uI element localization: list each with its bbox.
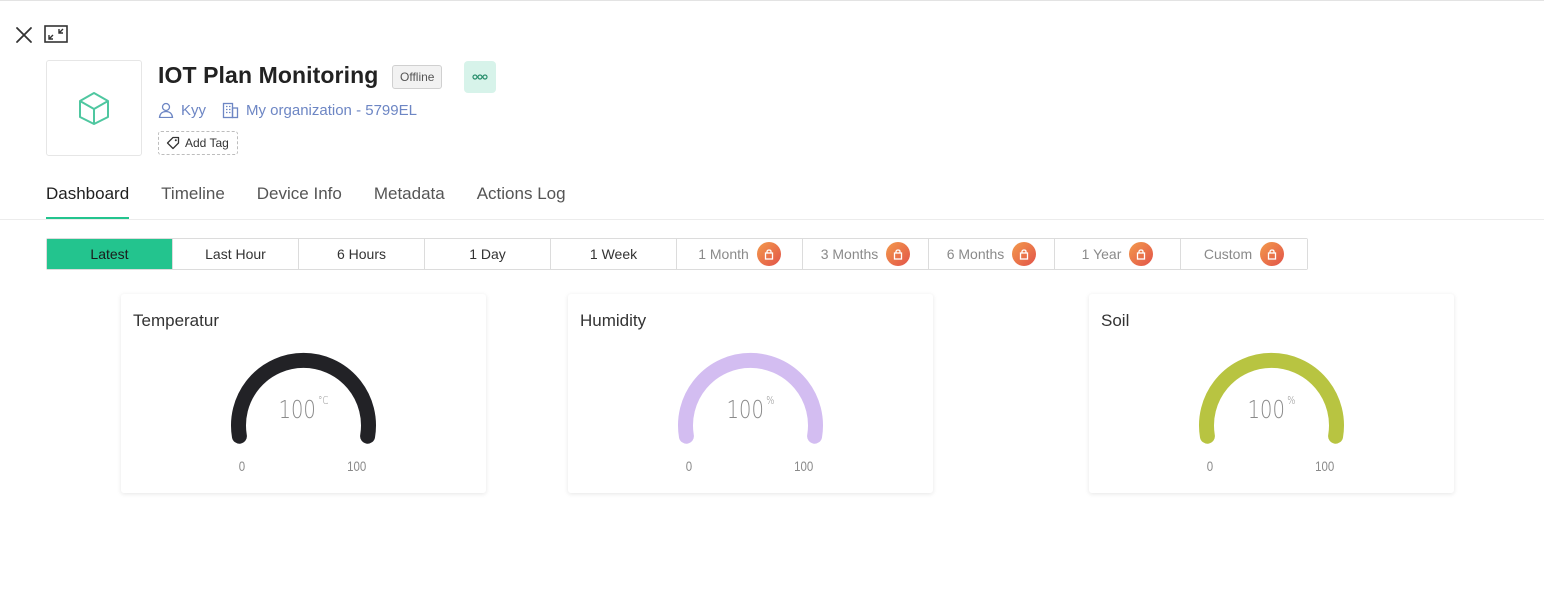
lock-icon: [1129, 242, 1154, 266]
gauge-unit: %: [1287, 394, 1296, 407]
range-last-hour[interactable]: Last Hour: [173, 239, 299, 269]
range-1-month[interactable]: 1 Month: [677, 239, 803, 269]
tab-metadata[interactable]: Metadata: [374, 184, 445, 220]
device-tabs: Dashboard Timeline Device Info Metadata …: [46, 184, 598, 220]
range-1-week[interactable]: 1 Week: [551, 239, 677, 269]
gauge-unit: %: [766, 394, 775, 407]
building-icon: [222, 102, 239, 119]
widget-title: Temperatur: [133, 311, 219, 330]
add-tag-label: Add Tag: [185, 136, 229, 150]
lock-icon: [756, 242, 781, 266]
collapse-button[interactable]: [43, 22, 69, 46]
close-button[interactable]: [12, 23, 36, 47]
device-meta-row: Kyy My organization - 5799EL: [158, 100, 417, 120]
gauge-max: 100: [794, 458, 814, 474]
device-image: [46, 60, 142, 156]
owner-link[interactable]: Kyy: [181, 102, 206, 119]
time-range-selector: Latest Last Hour 6 Hours 1 Day 1 Week 1 …: [46, 238, 1308, 270]
gauge-min: 0: [238, 458, 246, 474]
lock-icon: [1260, 242, 1285, 266]
gauge-min: 0: [1206, 458, 1214, 474]
device-title: IOT Plan Monitoring: [158, 62, 379, 88]
more-options-button[interactable]: [464, 61, 496, 93]
range-6-hours[interactable]: 6 Hours: [299, 239, 425, 269]
gauge-min: 0: [685, 458, 693, 474]
lock-icon: [886, 242, 911, 266]
gauge-max: 100: [1315, 458, 1335, 474]
range-1-year[interactable]: 1 Year: [1055, 239, 1181, 269]
range-1-day[interactable]: 1 Day: [425, 239, 551, 269]
range-custom[interactable]: Custom: [1181, 239, 1307, 269]
organization-link[interactable]: My organization - 5799EL: [246, 102, 417, 119]
range-3-months[interactable]: 3 Months: [803, 239, 929, 269]
user-icon: [158, 102, 174, 118]
tag-icon: [166, 136, 180, 150]
gauge-value: 100 °C: [278, 394, 329, 424]
tab-dashboard[interactable]: Dashboard: [46, 184, 130, 220]
cube-icon: [79, 92, 109, 125]
tabs-divider: [0, 219, 1544, 220]
close-icon: [16, 27, 32, 43]
gauge-widget-soil[interactable]: Soil 100% 0 100: [1089, 294, 1454, 493]
widget-title: Soil: [1101, 311, 1130, 330]
gauge-widget-humidity[interactable]: Humidity 100% 0 100: [568, 294, 933, 493]
gauge-value: 100%: [726, 394, 775, 424]
status-badge: Offline: [392, 65, 443, 89]
lock-icon: [1012, 242, 1037, 266]
gauge-unit: °C: [318, 394, 329, 407]
range-latest[interactable]: Latest: [47, 239, 173, 269]
tab-device-info[interactable]: Device Info: [257, 184, 342, 220]
add-tag-button[interactable]: Add Tag: [158, 131, 238, 155]
top-border: [0, 0, 1544, 1]
tab-timeline[interactable]: Timeline: [161, 184, 225, 220]
gauge-value: 100%: [1247, 394, 1296, 424]
gauge-max: 100: [347, 458, 367, 474]
tab-actions-log[interactable]: Actions Log: [477, 184, 566, 220]
collapse-icon: [44, 25, 68, 43]
widget-title: Humidity: [580, 311, 647, 330]
range-6-months[interactable]: 6 Months: [929, 239, 1055, 269]
gauge-widget-temperature[interactable]: Temperatur 100 °C 0 100: [121, 294, 486, 493]
more-dots-icon: [472, 74, 488, 80]
